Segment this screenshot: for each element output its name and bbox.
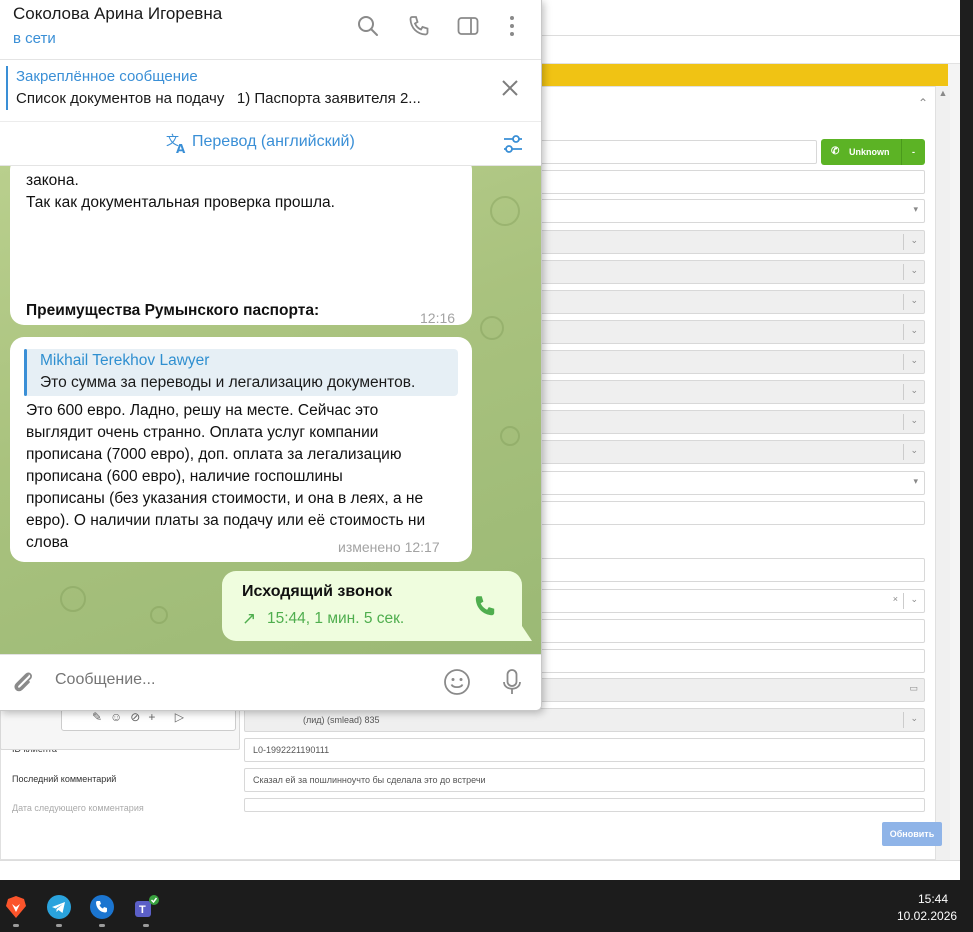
last-comment-label: Последний комментарий — [12, 774, 117, 784]
sidebar-toggle-icon[interactable] — [456, 14, 480, 38]
background-doodle — [150, 606, 168, 624]
message-time: изменено 12:17 — [338, 539, 440, 555]
message-body: Это 600 евро. Ладно, решу на месте. Сейч… — [26, 400, 466, 554]
bubble-tail — [522, 626, 532, 641]
message-time: 12:16 — [420, 310, 456, 326]
outgoing-arrow-icon: ↗ — [242, 609, 257, 628]
chevron-down-icon: ⌄ — [910, 235, 918, 245]
background-doodle — [60, 586, 86, 612]
telegram-icon[interactable] — [46, 894, 72, 920]
message-bubble-incoming[interactable]: Mikhail Terekhov Lawyer Это сумма за пер… — [10, 337, 472, 562]
more-menu-icon[interactable] — [500, 14, 524, 38]
message-line: Это 600 евро. Ладно, решу на месте. Сейч… — [26, 402, 379, 419]
reply-accent-bar — [24, 349, 27, 396]
svg-text:T: T — [139, 904, 146, 916]
chevron-down-icon: ⌄ — [910, 594, 918, 604]
pinned-message-bar[interactable]: Закреплённое сообщение Список документов… — [0, 60, 541, 122]
unknown-label: Unknown — [849, 147, 890, 157]
pinned-accent-bar — [6, 66, 8, 110]
message-line: прописана (7000 евро), доп. оплата за ле… — [26, 446, 402, 463]
chat-name[interactable]: Соколова Арина Игоревна — [13, 4, 222, 24]
background-doodle — [500, 426, 520, 446]
crm-lead-select[interactable]: (лид) (smlead) 835 ⌄ — [244, 708, 925, 732]
phone-app-icon[interactable] — [89, 894, 115, 920]
outgoing-call-bubble[interactable]: Исходящий звонок ↗ 15:44, 1 мин. 5 сек. — [222, 571, 522, 641]
taskbar: T 15:44 10.02.2026 — [0, 880, 973, 932]
pinned-text: Список документов на подачу 1) Паспорта … — [16, 90, 421, 107]
close-icon[interactable] — [500, 78, 520, 98]
chevron-down-icon: ⌄ — [910, 415, 918, 425]
clock-date[interactable]: 10.02.2026 — [897, 909, 957, 923]
running-indicator — [143, 924, 149, 927]
call-unknown-button[interactable]: ✆ Unknown - — [821, 139, 925, 165]
phone-icon: ✆ — [831, 146, 840, 157]
call-title: Исходящий звонок — [242, 583, 393, 600]
update-button[interactable]: Обновить — [882, 822, 942, 846]
chat-header[interactable]: Соколова Арина Игоревна в сети — [0, 0, 541, 60]
online-status: в сети — [13, 30, 56, 47]
chevron-down-icon: ⌄ — [910, 265, 918, 275]
translate-icon[interactable]: 文 A — [166, 132, 188, 154]
svg-text:A: A — [176, 142, 186, 154]
next-comment-field[interactable] — [244, 798, 925, 812]
brave-browser-icon[interactable] — [3, 894, 29, 920]
message-bubble-incoming[interactable]: закона. Так как документальная проверка … — [10, 166, 472, 326]
message-line: прописана (600 евро), наличие госпошлины — [26, 468, 343, 485]
running-indicator — [99, 924, 105, 927]
chevron-down-icon: ⌄ — [910, 445, 918, 455]
chevron-down-icon: ⌄ — [910, 295, 918, 305]
message-text: Так как документальная проверка прошла. — [26, 194, 335, 211]
chevron-down-icon: ⌄ — [910, 713, 918, 723]
message-line: выглядит очень странно. Оплата услуг ком… — [26, 424, 379, 441]
crm-scrollbar[interactable] — [936, 86, 950, 860]
clear-icon[interactable]: × — [893, 594, 898, 604]
translate-bar: 文 A Перевод (английский) — [0, 122, 541, 166]
collapse-icon[interactable]: ⌃ — [916, 96, 930, 110]
emoji-icon[interactable] — [442, 667, 472, 697]
running-indicator — [13, 924, 19, 927]
phone-icon[interactable] — [407, 14, 431, 38]
reply-quote[interactable]: Mikhail Terekhov Lawyer Это сумма за пер… — [24, 349, 458, 396]
microphone-icon[interactable] — [497, 667, 527, 697]
chat-messages-area[interactable]: закона. Так как документальная проверка … — [0, 166, 541, 654]
message-composer — [0, 654, 541, 710]
reply-text: Это сумма за переводы и легализацию доку… — [40, 374, 416, 391]
id-field[interactable]: L0-1992221190111 — [244, 738, 925, 762]
chevron-down-icon: ⌄ — [910, 325, 918, 335]
message-input[interactable] — [55, 671, 425, 689]
call-back-phone-icon[interactable] — [472, 593, 498, 619]
call-info: 15:44, 1 мин. 5 сек. — [267, 610, 405, 627]
reply-author: Mikhail Terekhov Lawyer — [40, 352, 210, 369]
running-indicator — [56, 924, 62, 927]
pinned-title: Закреплённое сообщение — [16, 68, 198, 85]
clock-time[interactable]: 15:44 — [918, 892, 948, 906]
message-line: прописаны (без указания стоимости, и она… — [26, 490, 424, 507]
translate-button[interactable]: Перевод (английский) — [192, 133, 355, 151]
scroll-up-icon[interactable]: ▲ — [938, 88, 948, 98]
crm-bottom-bar — [0, 860, 960, 880]
next-comment-label: Дата следующего комментария — [12, 803, 144, 813]
background-doodle — [490, 196, 520, 226]
attach-icon[interactable] — [8, 667, 38, 697]
background-doodle — [480, 316, 504, 340]
message-text-bold: Преимущества Румынского паспорта: — [26, 302, 320, 319]
caret-icon: ▾ — [913, 204, 918, 214]
last-comment-field[interactable]: Сказал ей за пошлинноучто бы сделала это… — [244, 768, 925, 792]
unknown-dropdown[interactable]: - — [901, 139, 925, 165]
chevron-down-icon: ⌄ — [910, 385, 918, 395]
calendar-icon: ▭ — [909, 683, 918, 693]
message-text: закона. — [26, 172, 79, 189]
message-line: евро). О наличии платы за подачу или её … — [26, 512, 426, 529]
search-icon[interactable] — [356, 14, 380, 38]
telegram-window: Соколова Арина Игоревна в сети Закреплён… — [0, 0, 542, 711]
teams-icon[interactable]: T — [133, 894, 159, 920]
caret-icon: ▾ — [913, 476, 918, 486]
settings-sliders-icon[interactable] — [501, 132, 525, 156]
chevron-down-icon: ⌄ — [910, 355, 918, 365]
